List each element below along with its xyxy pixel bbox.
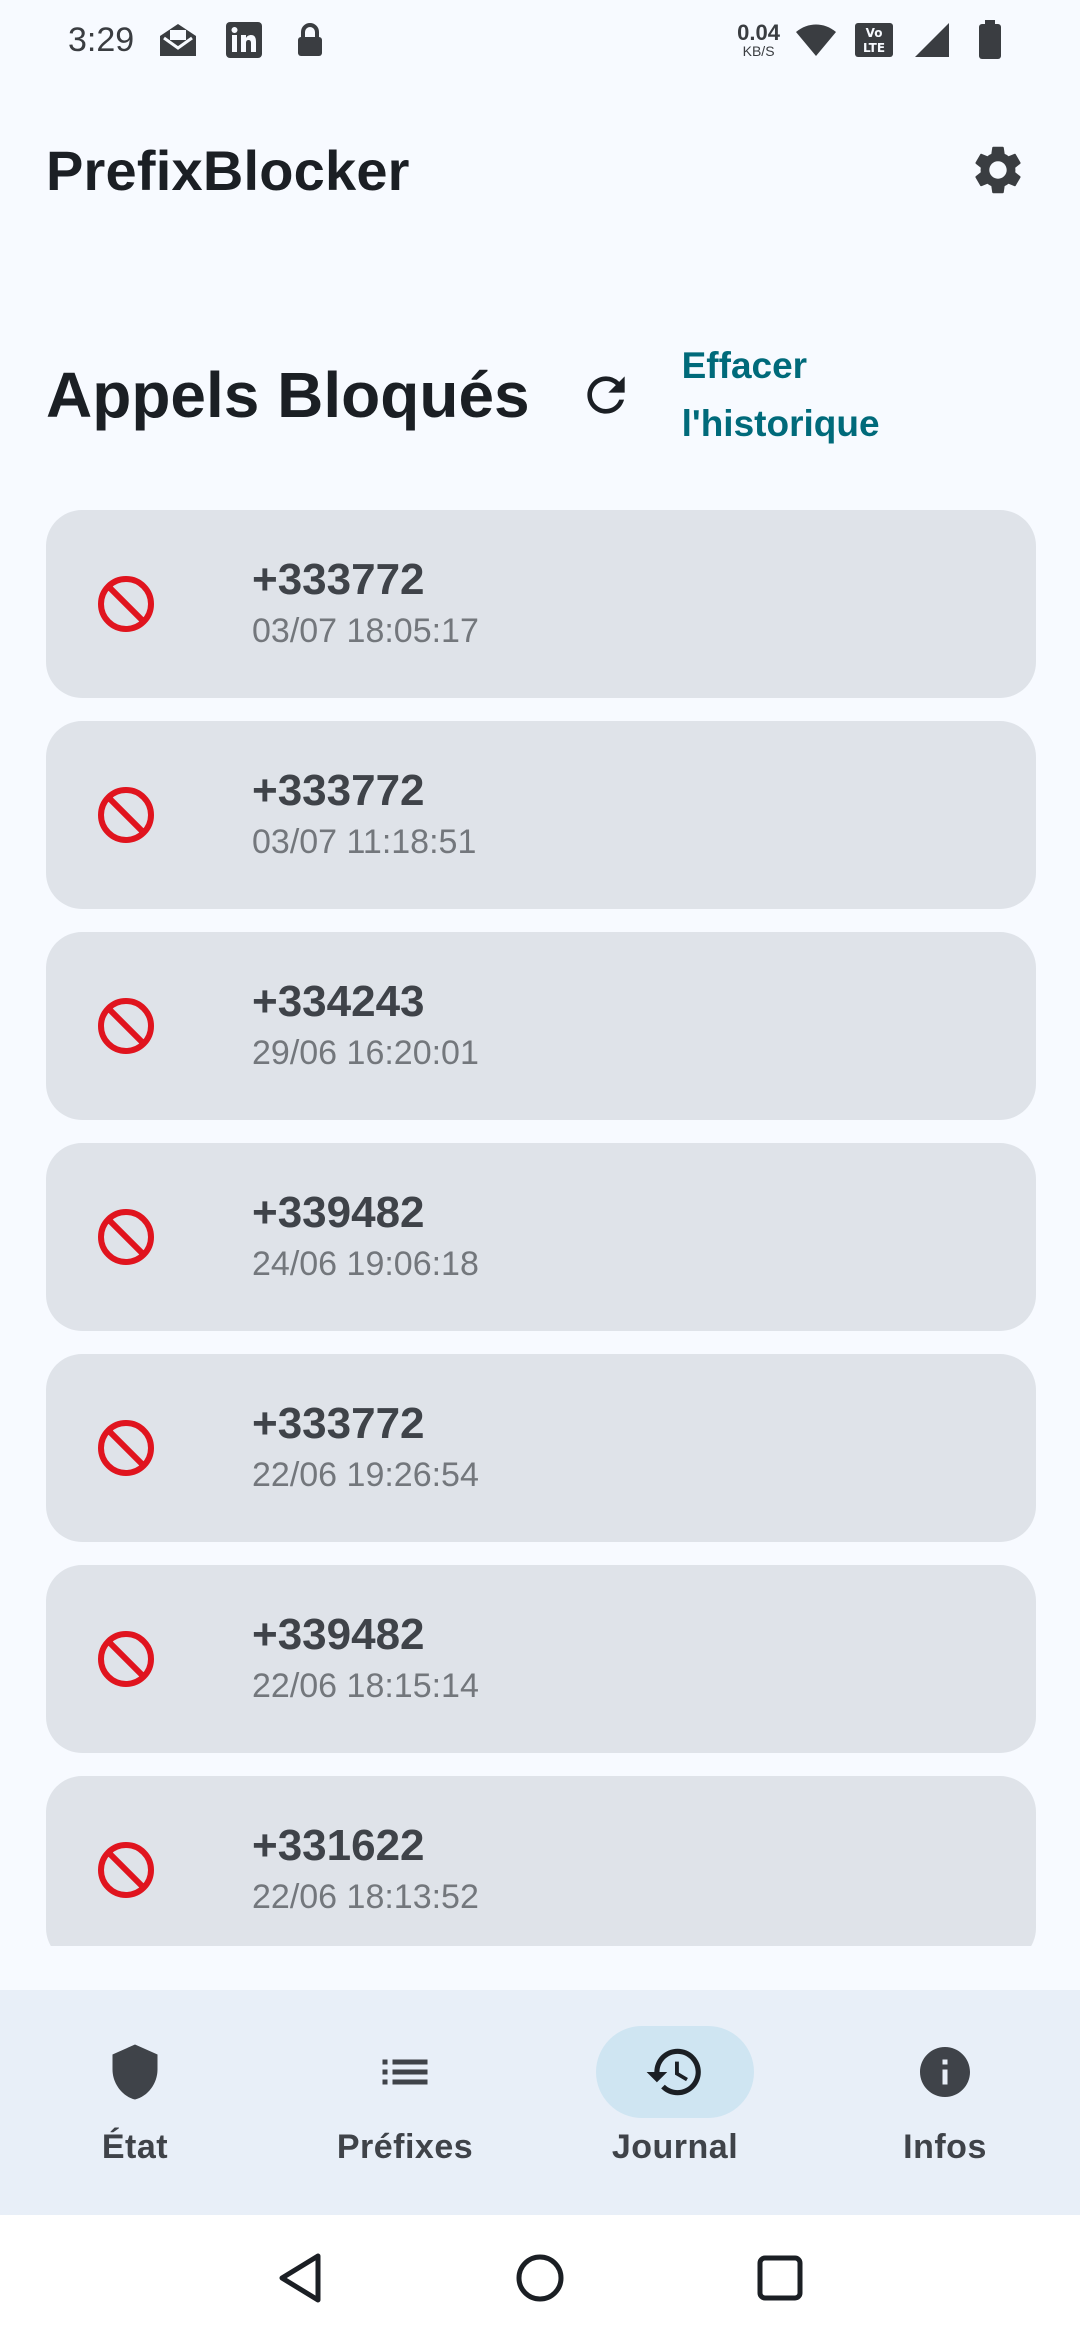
- call-list-item[interactable]: +333772 03/07 18:05:17: [46, 510, 1036, 698]
- info-icon: [920, 2047, 970, 2097]
- clear-history-label-line1: Effacer: [681, 345, 808, 386]
- nav-item-journal[interactable]: Journal: [540, 1990, 810, 2215]
- section-header: Appels Bloqués Effacer l'historique: [46, 330, 1036, 460]
- nav-label: Journal: [611, 2128, 739, 2166]
- volte-icon: Vo LTE: [852, 18, 896, 62]
- call-list-item[interactable]: +331622 22/06 18:13:52: [46, 1776, 1036, 1946]
- list-icon: [382, 2059, 428, 2085]
- call-list-item[interactable]: +333772 22/06 19:26:54: [46, 1354, 1036, 1542]
- gear-icon: [975, 146, 1021, 194]
- call-number: +333772: [252, 555, 425, 604]
- block-icon: [98, 1631, 154, 1687]
- call-list-item[interactable]: +334243 29/06 16:20:01: [46, 932, 1036, 1120]
- network-speed: 0.04 KB/S: [737, 20, 780, 59]
- status-time: 3:29: [68, 20, 135, 59]
- bottom-navigation: État Préfixes Journal Infos: [0, 1990, 1080, 2215]
- signal-icon: [910, 18, 954, 62]
- svg-text:LTE: LTE: [863, 41, 885, 55]
- block-icon: [98, 576, 154, 632]
- svg-text:Vo: Vo: [866, 26, 883, 40]
- block-icon: [98, 1420, 154, 1476]
- back-button[interactable]: [270, 2248, 330, 2308]
- recents-button[interactable]: [750, 2248, 810, 2308]
- nav-label: Préfixes: [336, 2128, 474, 2166]
- call-time: 22/06 19:26:54: [252, 1456, 479, 1494]
- call-number: +339482: [252, 1188, 425, 1237]
- app-bar: PrefixBlocker: [0, 120, 1080, 220]
- status-bar: 3:29 0.04 KB/S Vo LTE: [0, 0, 1080, 80]
- call-list-item[interactable]: +339482 22/06 18:15:14: [46, 1565, 1036, 1753]
- call-time: 24/06 19:06:18: [252, 1245, 479, 1283]
- refresh-button[interactable]: [570, 359, 642, 431]
- call-number: +334243: [252, 977, 425, 1026]
- call-time: 22/06 18:13:52: [252, 1878, 479, 1916]
- app-title: PrefixBlocker: [46, 138, 410, 202]
- recents-square-icon: [757, 2255, 803, 2300]
- call-number: +339482: [252, 1610, 425, 1659]
- linkedin-icon: [222, 18, 266, 62]
- blocked-calls-list[interactable]: +333772 03/07 18:05:17 +333772 03/07 11:…: [46, 510, 1036, 1946]
- call-time: 22/06 18:15:14: [252, 1667, 479, 1705]
- call-list-item[interactable]: +333772 03/07 11:18:51: [46, 721, 1036, 909]
- history-icon: [646, 2048, 701, 2096]
- call-time: 03/07 11:18:51: [252, 823, 477, 861]
- shield-icon: [112, 2044, 158, 2100]
- battery-icon: [968, 18, 1012, 62]
- nav-label: État: [101, 2128, 169, 2166]
- call-list-item[interactable]: +339482 24/06 19:06:18: [46, 1143, 1036, 1331]
- clear-history-label-line2: l'historique: [681, 403, 880, 444]
- call-time: 29/06 16:20:01: [252, 1034, 479, 1072]
- home-circle-icon: [516, 2254, 564, 2301]
- block-icon: [98, 1842, 154, 1898]
- call-number: +333772: [252, 766, 425, 815]
- system-navigation-bar: [0, 2215, 1080, 2340]
- lock-icon: [288, 18, 332, 62]
- home-button[interactable]: [510, 2248, 570, 2308]
- block-icon: [98, 998, 154, 1054]
- clear-history-button[interactable]: Effacer l'historique: [682, 337, 902, 453]
- wifi-icon: [794, 18, 838, 62]
- block-icon: [98, 1209, 154, 1265]
- screen: 3:29 0.04 KB/S Vo LTE PrefixBlocker Appe…: [0, 0, 1080, 2340]
- back-triangle-icon: [279, 2253, 321, 2302]
- call-number: +333772: [252, 1399, 425, 1448]
- nav-active-indicator: [596, 2026, 754, 2118]
- mail-icon: [156, 18, 200, 62]
- call-time: 03/07 18:05:17: [252, 612, 479, 650]
- nav-item-infos[interactable]: Infos: [810, 1990, 1080, 2215]
- refresh-icon: [586, 376, 625, 414]
- section-title: Appels Bloqués: [46, 359, 530, 431]
- nav-item-prefixes[interactable]: Préfixes: [270, 1990, 540, 2215]
- nav-label: Infos: [903, 2128, 987, 2166]
- call-number: +331622: [252, 1821, 425, 1870]
- nav-item-etat[interactable]: État: [0, 1990, 270, 2215]
- block-icon: [98, 787, 154, 843]
- settings-button[interactable]: [962, 134, 1034, 206]
